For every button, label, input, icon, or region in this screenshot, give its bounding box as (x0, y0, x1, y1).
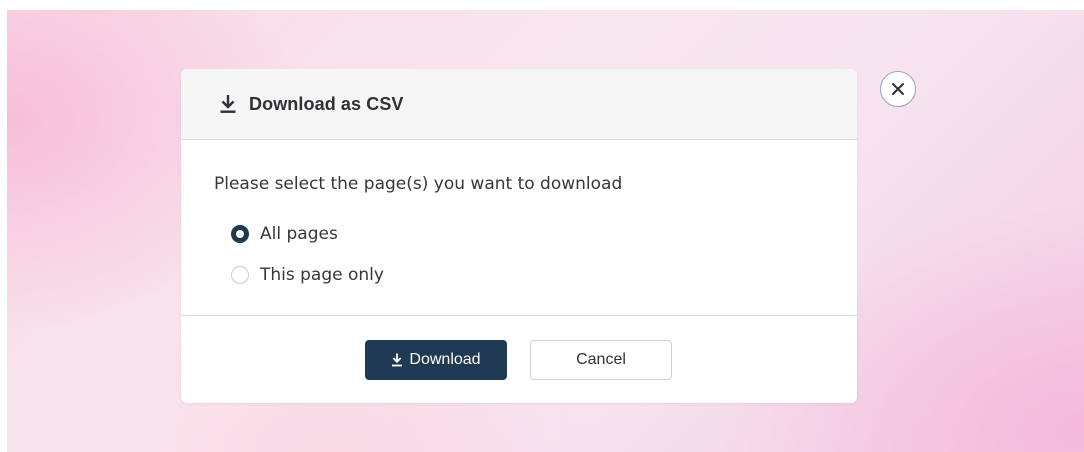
close-icon (892, 83, 904, 95)
select-pages-prompt: Please select the page(s) you want to do… (214, 174, 623, 194)
option-all-pages-label: All pages (260, 224, 338, 244)
option-this-page-only-label: This page only (260, 265, 384, 285)
download-button-label: Download (409, 351, 481, 368)
download-button[interactable]: Download (365, 340, 507, 380)
radio-this-page-only[interactable] (231, 266, 249, 284)
download-icon (392, 353, 403, 367)
option-this-page-only[interactable]: This page only (231, 265, 384, 285)
download-csv-dialog: Download as CSV Please select the page(s… (181, 69, 857, 403)
option-all-pages[interactable]: All pages (231, 224, 338, 244)
cancel-button-label: Cancel (576, 351, 626, 368)
download-icon (220, 95, 236, 113)
cancel-button[interactable]: Cancel (530, 340, 672, 380)
radio-all-pages[interactable] (231, 225, 249, 243)
dialog-body: Please select the page(s) you want to do… (181, 140, 857, 316)
close-button[interactable] (880, 71, 916, 107)
dialog-header: Download as CSV (181, 69, 857, 140)
dialog-title: Download as CSV (249, 93, 404, 114)
dialog-footer: Download Cancel (181, 316, 857, 403)
